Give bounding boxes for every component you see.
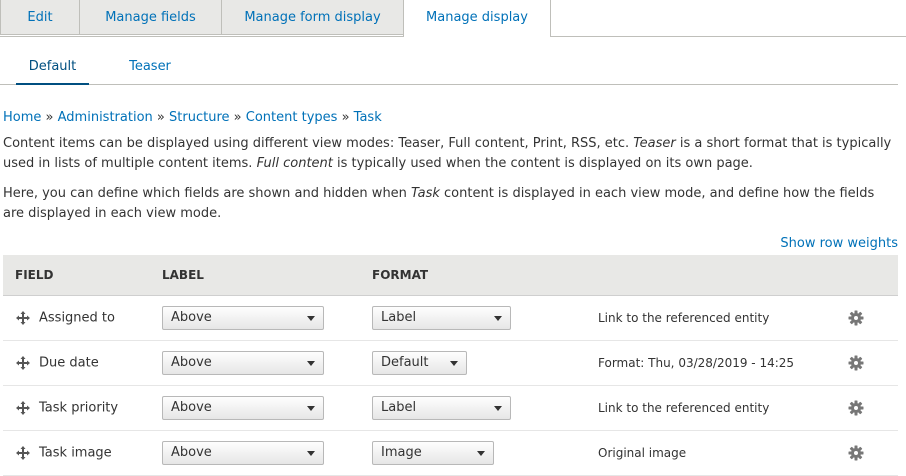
settings-cell (848, 340, 898, 386)
caret-down-icon (450, 361, 458, 366)
breadcrumb-separator: » (341, 110, 350, 125)
field-display-table: FIELD LABEL FORMAT Assigned to Above Lab… (3, 255, 898, 476)
format-cell: Label (372, 295, 598, 341)
select-value: Above (171, 400, 212, 415)
field-name: Task image (39, 445, 112, 461)
tab-manage-display[interactable]: Manage display (403, 0, 551, 37)
move-handle-icon[interactable] (15, 355, 31, 371)
caret-down-icon (307, 316, 315, 321)
settings-cell (848, 385, 898, 431)
breadcrumb-separator: » (45, 110, 54, 125)
breadcrumb: Home » Administration » Structure » Cont… (3, 110, 382, 125)
label-cell: Above (162, 385, 372, 431)
help-text-view-modes: Content items can be displayed using dif… (3, 134, 898, 174)
caret-down-icon (494, 406, 502, 411)
gear-icon[interactable] (848, 310, 864, 326)
table-row: Task priority Above Label Link to the re… (3, 385, 898, 431)
label-display-select[interactable]: Above (162, 306, 324, 330)
help-text-part: is typically used when the content is di… (332, 156, 753, 171)
format-cell: Label (372, 385, 598, 431)
breadcrumb-content-types[interactable]: Content types (246, 110, 338, 125)
table-row: Task image Above Image Original image (3, 430, 898, 476)
secondary-tabs: Default Teaser (0, 36, 898, 85)
breadcrumb-task[interactable]: Task (354, 110, 382, 125)
select-value: Default (381, 355, 429, 370)
field-cell: Task priority (3, 385, 162, 431)
select-value: Label (381, 310, 417, 325)
format-select[interactable]: Label (372, 306, 511, 330)
gear-icon[interactable] (848, 445, 864, 461)
move-handle-icon[interactable] (15, 400, 31, 416)
subtab-teaser[interactable]: Teaser (120, 36, 180, 83)
caret-down-icon (477, 451, 485, 456)
field-cell: Due date (3, 340, 162, 386)
format-select[interactable]: Default (372, 351, 467, 375)
move-handle-icon[interactable] (15, 310, 31, 326)
format-cell: Default (372, 340, 598, 386)
label-display-select[interactable]: Above (162, 441, 324, 465)
label-cell: Above (162, 340, 372, 386)
label-cell: Above (162, 295, 372, 341)
gear-icon[interactable] (848, 400, 864, 416)
field-name: Task priority (39, 400, 119, 416)
select-value: Above (171, 355, 212, 370)
select-value: Above (171, 445, 212, 460)
breadcrumb-separator: » (233, 110, 242, 125)
breadcrumb-home[interactable]: Home (3, 110, 41, 125)
help-text-emphasis: Full content (256, 156, 333, 171)
table-header-row: FIELD LABEL FORMAT (3, 255, 898, 296)
column-header-field: FIELD (3, 255, 162, 296)
gear-icon[interactable] (848, 355, 864, 371)
caret-down-icon (307, 361, 315, 366)
subtab-default[interactable]: Default (16, 36, 89, 85)
caret-down-icon (494, 316, 502, 321)
help-text-fields: Here, you can define which fields are sh… (3, 184, 898, 224)
format-select[interactable]: Label (372, 396, 511, 420)
caret-down-icon (307, 406, 315, 411)
label-display-select[interactable]: Above (162, 396, 324, 420)
primary-tabs: Edit Manage fields Manage form display M… (0, 0, 906, 37)
column-header-settings (848, 255, 898, 296)
field-cell: Task image (3, 430, 162, 476)
format-summary: Link to the referenced entity (598, 295, 848, 341)
settings-cell (848, 430, 898, 476)
tab-manage-fields[interactable]: Manage fields (79, 0, 222, 35)
field-name: Assigned to (39, 310, 115, 326)
column-header-label: LABEL (162, 255, 372, 296)
select-value: Image (381, 445, 422, 460)
format-select[interactable]: Image (372, 441, 494, 465)
label-cell: Above (162, 430, 372, 476)
help-text-emphasis: Teaser (633, 136, 676, 151)
tab-manage-form-display[interactable]: Manage form display (221, 0, 404, 35)
help-text-part: Here, you can define which fields are sh… (3, 186, 412, 201)
column-header-summary (598, 255, 848, 296)
show-row-weights-link[interactable]: Show row weights (780, 236, 898, 251)
help-text-part: Content items can be displayed using dif… (3, 136, 634, 151)
caret-down-icon (307, 451, 315, 456)
help-text-emphasis: Task (411, 186, 440, 201)
move-handle-icon[interactable] (15, 445, 31, 461)
breadcrumb-administration[interactable]: Administration (58, 110, 153, 125)
tab-edit[interactable]: Edit (0, 0, 80, 35)
format-summary: Original image (598, 430, 848, 476)
breadcrumb-separator: » (156, 110, 165, 125)
select-value: Label (381, 400, 417, 415)
format-summary: Format: Thu, 03/28/2019 - 14:25 (598, 340, 848, 386)
column-header-format: FORMAT (372, 255, 598, 296)
format-cell: Image (372, 430, 598, 476)
settings-cell (848, 295, 898, 341)
table-row: Due date Above Default Format: Thu, 03/2… (3, 340, 898, 386)
format-summary: Link to the referenced entity (598, 385, 848, 431)
label-display-select[interactable]: Above (162, 351, 324, 375)
table-row: Assigned to Above Label Link to the refe… (3, 295, 898, 341)
select-value: Above (171, 310, 212, 325)
field-name: Due date (39, 355, 99, 371)
field-cell: Assigned to (3, 295, 162, 341)
breadcrumb-structure[interactable]: Structure (169, 110, 229, 125)
